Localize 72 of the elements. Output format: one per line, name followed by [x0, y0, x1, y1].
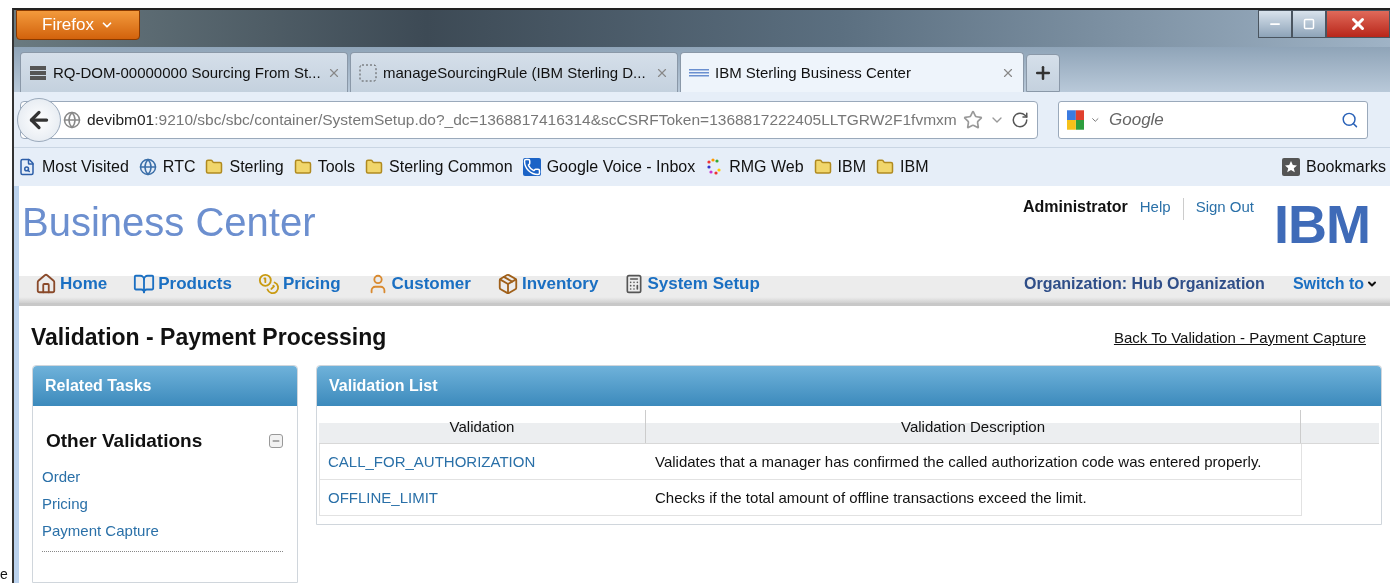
header-link[interactable]: Sign Out	[1195, 198, 1254, 215]
search-engine-icon	[1066, 108, 1085, 131]
browser-tab[interactable]: manageSourcingRule (IBM Sterling D...	[350, 52, 678, 93]
nav-item[interactable]: Pricing	[257, 272, 341, 295]
task-link[interactable]: Payment Capture	[42, 522, 283, 539]
panel-header: Validation List	[317, 366, 1381, 406]
table-cell-text: Validates that a manager has confirmed the called authorization code was entered properly.	[654, 452, 1263, 472]
maximize-icon	[1303, 18, 1315, 30]
folder-icon	[365, 157, 384, 176]
validation-link[interactable]: OFFLINE_LIMIT	[320, 480, 647, 515]
back-link[interactable]: Back To Validation - Payment Capture	[1113, 329, 1366, 346]
server-icon	[29, 63, 47, 82]
app-title: Business Center	[22, 199, 316, 246]
blank-page-icon	[359, 63, 377, 82]
collapse-toggle[interactable]	[269, 434, 283, 448]
header-link[interactable]: Help	[1139, 198, 1171, 215]
globe-icon	[63, 110, 81, 129]
bookmark-item[interactable]: IBM	[876, 157, 929, 176]
back-button[interactable]	[17, 97, 61, 142]
new-tab-button[interactable]	[1026, 54, 1060, 93]
folder-icon	[813, 157, 832, 176]
calculator-icon	[624, 273, 645, 294]
close-icon	[1349, 15, 1367, 33]
star-icon	[1281, 157, 1300, 176]
table-cell-text: Checks if the total amount of offline transactions exceed the limit.	[654, 488, 1088, 508]
bookmarks-menu[interactable]: Bookmarks	[1281, 157, 1386, 176]
bookmark-item[interactable]: Most Visited	[18, 157, 129, 176]
house-icon	[35, 272, 57, 295]
minimize-button[interactable]	[1258, 10, 1292, 38]
close-button[interactable]	[1326, 10, 1390, 38]
folder-icon	[293, 157, 312, 176]
folder-icon	[876, 157, 895, 176]
nav-item[interactable]: Home	[35, 272, 108, 295]
switch-menu[interactable]: Switch to	[1292, 274, 1378, 293]
page-title: Validation - Payment Processing	[31, 324, 387, 351]
validation-link[interactable]: CALL_FOR_AUTHORIZATION	[320, 444, 647, 479]
bookmark-item[interactable]: RTC	[138, 157, 196, 176]
maximize-button[interactable]	[1292, 10, 1326, 38]
organization-label: Organization: Hub Organization	[1024, 274, 1265, 293]
globe-icon	[138, 157, 157, 176]
page-search-icon	[18, 157, 36, 176]
folder-icon	[205, 157, 224, 176]
package-icon	[496, 272, 519, 295]
bookmark-item[interactable]: IBM	[813, 157, 867, 176]
search-field[interactable]: Google	[1057, 100, 1368, 139]
reload-icon[interactable]	[1010, 110, 1029, 129]
bookmark-item[interactable]: Sterling	[205, 157, 284, 176]
browser-tab[interactable]: RQ-DOM-00000000 Sourcing From St...	[20, 52, 348, 93]
column-header: Validation	[319, 410, 646, 443]
logo: IBM	[1274, 198, 1370, 250]
bookmark-item[interactable]: RMG Web	[705, 157, 804, 176]
coins-icon	[257, 272, 280, 295]
bookmark-item[interactable]: Tools	[293, 157, 356, 176]
nav-item[interactable]: Inventory	[496, 272, 599, 295]
column-header: Validation Description	[646, 410, 1301, 443]
bookmark-star-icon[interactable]	[962, 109, 983, 130]
section-title: Other Validations	[45, 430, 203, 452]
edge-text: e	[0, 566, 8, 582]
task-link[interactable]: Order	[42, 468, 283, 485]
browser-tab[interactable]: IBM Sterling Business Center	[680, 52, 1024, 93]
book-icon	[133, 272, 156, 295]
nav-item[interactable]: System Setup	[624, 273, 760, 294]
task-link[interactable]: Pricing	[42, 495, 283, 512]
bookmark-item[interactable]: Sterling Common	[365, 157, 513, 176]
address-field[interactable]: devibm01:9210/sbc/sbc/container/SystemSetup.do?_dc=1368817416314&scCSRFToken=1368817222405LLTGRW2F1fvmxm	[20, 100, 1038, 139]
bookmark-item[interactable]: Google Voice - Inbox	[522, 157, 696, 176]
panel-header: Related Tasks	[33, 366, 297, 406]
striped-logo-icon	[689, 67, 709, 78]
nav-item[interactable]: Products	[133, 272, 232, 295]
user-name: Administrator	[1022, 198, 1128, 216]
phone-icon	[522, 157, 541, 176]
nav-item[interactable]: Customer	[366, 272, 471, 295]
